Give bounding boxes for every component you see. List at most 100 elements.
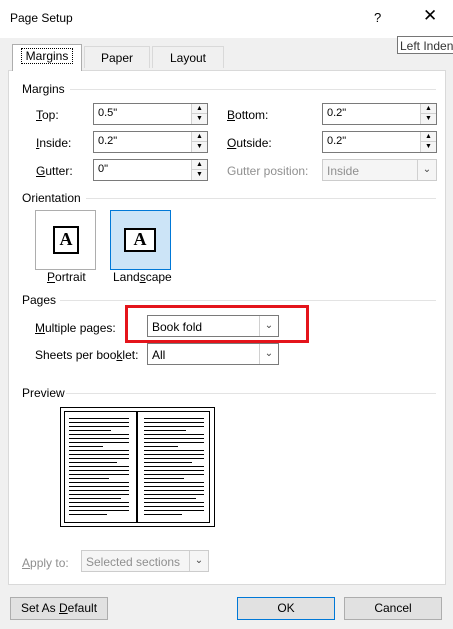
preview-text-line — [69, 450, 129, 451]
bottom-label: Bottom: — [227, 108, 269, 122]
preview-text-line — [69, 486, 129, 487]
gutter-down-arrow-icon[interactable]: ▼ — [192, 170, 207, 180]
preview-text-line — [144, 446, 178, 447]
preview-text-line — [69, 446, 103, 447]
landscape-page-icon: A — [124, 228, 156, 252]
preview-text-line — [69, 438, 129, 439]
preview-text-line — [69, 510, 129, 511]
preview-text-line — [144, 506, 204, 507]
preview-text-line — [69, 506, 129, 507]
preview-text-line — [144, 470, 204, 471]
landscape-label: Landscape — [113, 270, 172, 284]
portrait-label: Portrait — [47, 270, 86, 284]
sheets-per-booklet-dropdown[interactable]: All ⌄ — [147, 343, 279, 365]
preview-text-line — [144, 430, 186, 431]
gutter-position-dropdown[interactable]: Inside ⌄ — [322, 159, 437, 181]
preview-text-line — [144, 438, 204, 439]
bottom-spinner[interactable]: 0.2" ▲ ▼ — [322, 103, 437, 125]
gutter-position-label: Gutter position: — [227, 164, 309, 178]
margins-divider — [70, 89, 436, 90]
cancel-button[interactable]: Cancel — [344, 597, 442, 620]
preview-text-line — [69, 430, 111, 431]
outside-label: Outside: — [227, 136, 272, 150]
multiple-pages-label: Multiple pages: — [35, 321, 116, 335]
preview-text-line — [144, 458, 204, 459]
outside-up-arrow-icon[interactable]: ▲ — [421, 132, 436, 142]
preview-text-line — [69, 462, 117, 463]
preview-right-page — [137, 411, 210, 523]
top-down-arrow-icon[interactable]: ▼ — [192, 114, 207, 124]
top-value: 0.5" — [98, 107, 118, 119]
sheets-per-booklet-label: Sheets per booklet: — [35, 348, 139, 362]
chevron-down-icon: ⌄ — [189, 551, 208, 571]
apply-to-label: Apply to: — [22, 556, 69, 570]
gutter-spinner[interactable]: 0" ▲ ▼ — [93, 159, 208, 181]
inside-label: Inside: — [36, 136, 72, 150]
inside-down-arrow-icon[interactable]: ▼ — [192, 142, 207, 152]
tab-margins-label: Margins — [20, 48, 74, 64]
tab-margins[interactable]: Margins — [12, 44, 82, 71]
tooltip: Left Indent — [397, 36, 453, 54]
preview-text-line — [144, 434, 204, 435]
orientation-heading: Orientation — [22, 191, 81, 205]
preview-text-line — [144, 498, 196, 499]
dialog-title: Page Setup — [10, 11, 73, 25]
preview-heading: Preview — [22, 386, 65, 400]
preview-text-line — [144, 422, 204, 423]
preview-text-line — [69, 458, 129, 459]
preview-text-line — [69, 470, 129, 471]
top-up-arrow-icon[interactable]: ▲ — [192, 104, 207, 114]
portrait-page-icon: A — [53, 226, 79, 254]
preview-text-line — [69, 454, 129, 455]
preview-text-line — [144, 442, 204, 443]
bottom-down-arrow-icon[interactable]: ▼ — [421, 114, 436, 124]
apply-to-value: Selected sections — [86, 555, 181, 569]
preview-text-line — [144, 454, 204, 455]
preview-text-line — [144, 474, 204, 475]
inside-spinner[interactable]: 0.2" ▲ ▼ — [93, 131, 208, 153]
chevron-down-icon[interactable]: ⌄ — [259, 344, 278, 364]
preview-text-line — [69, 498, 121, 499]
sheets-per-booklet-value: All — [152, 348, 166, 362]
apply-to-dropdown[interactable]: Selected sections ⌄ — [81, 550, 209, 572]
highlight-box — [125, 305, 309, 343]
gutter-position-value: Inside — [327, 164, 360, 178]
preview-text-line — [69, 502, 129, 503]
preview-text-line — [69, 482, 129, 483]
preview-text-line — [144, 486, 204, 487]
inside-value: 0.2" — [98, 135, 118, 147]
preview-text-line — [69, 466, 129, 467]
preview-text-line — [144, 466, 204, 467]
preview-text-line — [144, 502, 204, 503]
margins-heading: Margins — [22, 82, 65, 96]
gutter-up-arrow-icon[interactable]: ▲ — [192, 160, 207, 170]
tab-paper[interactable]: Paper — [84, 46, 150, 68]
help-button[interactable]: ? — [374, 10, 381, 25]
pages-divider — [60, 300, 436, 301]
landscape-button[interactable]: A — [110, 210, 171, 270]
preview-text-line — [144, 514, 182, 515]
close-button[interactable]: ✕ — [423, 6, 437, 26]
preview-text-line — [144, 490, 204, 491]
preview-image — [60, 407, 215, 527]
top-spinner[interactable]: 0.5" ▲ ▼ — [93, 103, 208, 125]
chevron-down-icon: ⌄ — [417, 160, 436, 180]
outside-down-arrow-icon[interactable]: ▼ — [421, 142, 436, 152]
pages-heading: Pages — [22, 293, 57, 307]
inside-up-arrow-icon[interactable]: ▲ — [192, 132, 207, 142]
preview-text-line — [144, 478, 184, 479]
preview-text-line — [144, 482, 204, 483]
tab-layout[interactable]: Layout — [152, 46, 224, 68]
preview-text-line — [69, 422, 129, 423]
portrait-button[interactable]: A — [35, 210, 96, 270]
outside-spinner[interactable]: 0.2" ▲ ▼ — [322, 131, 437, 153]
ok-button[interactable]: OK — [237, 597, 335, 620]
gutter-value: 0" — [98, 163, 109, 175]
preview-text-line — [144, 450, 204, 451]
set-as-default-button[interactable]: Set As Default — [10, 597, 108, 620]
outside-value: 0.2" — [327, 135, 347, 147]
preview-text-line — [69, 474, 129, 475]
preview-text-line — [144, 510, 204, 511]
bottom-up-arrow-icon[interactable]: ▲ — [421, 104, 436, 114]
preview-text-line — [144, 418, 204, 419]
